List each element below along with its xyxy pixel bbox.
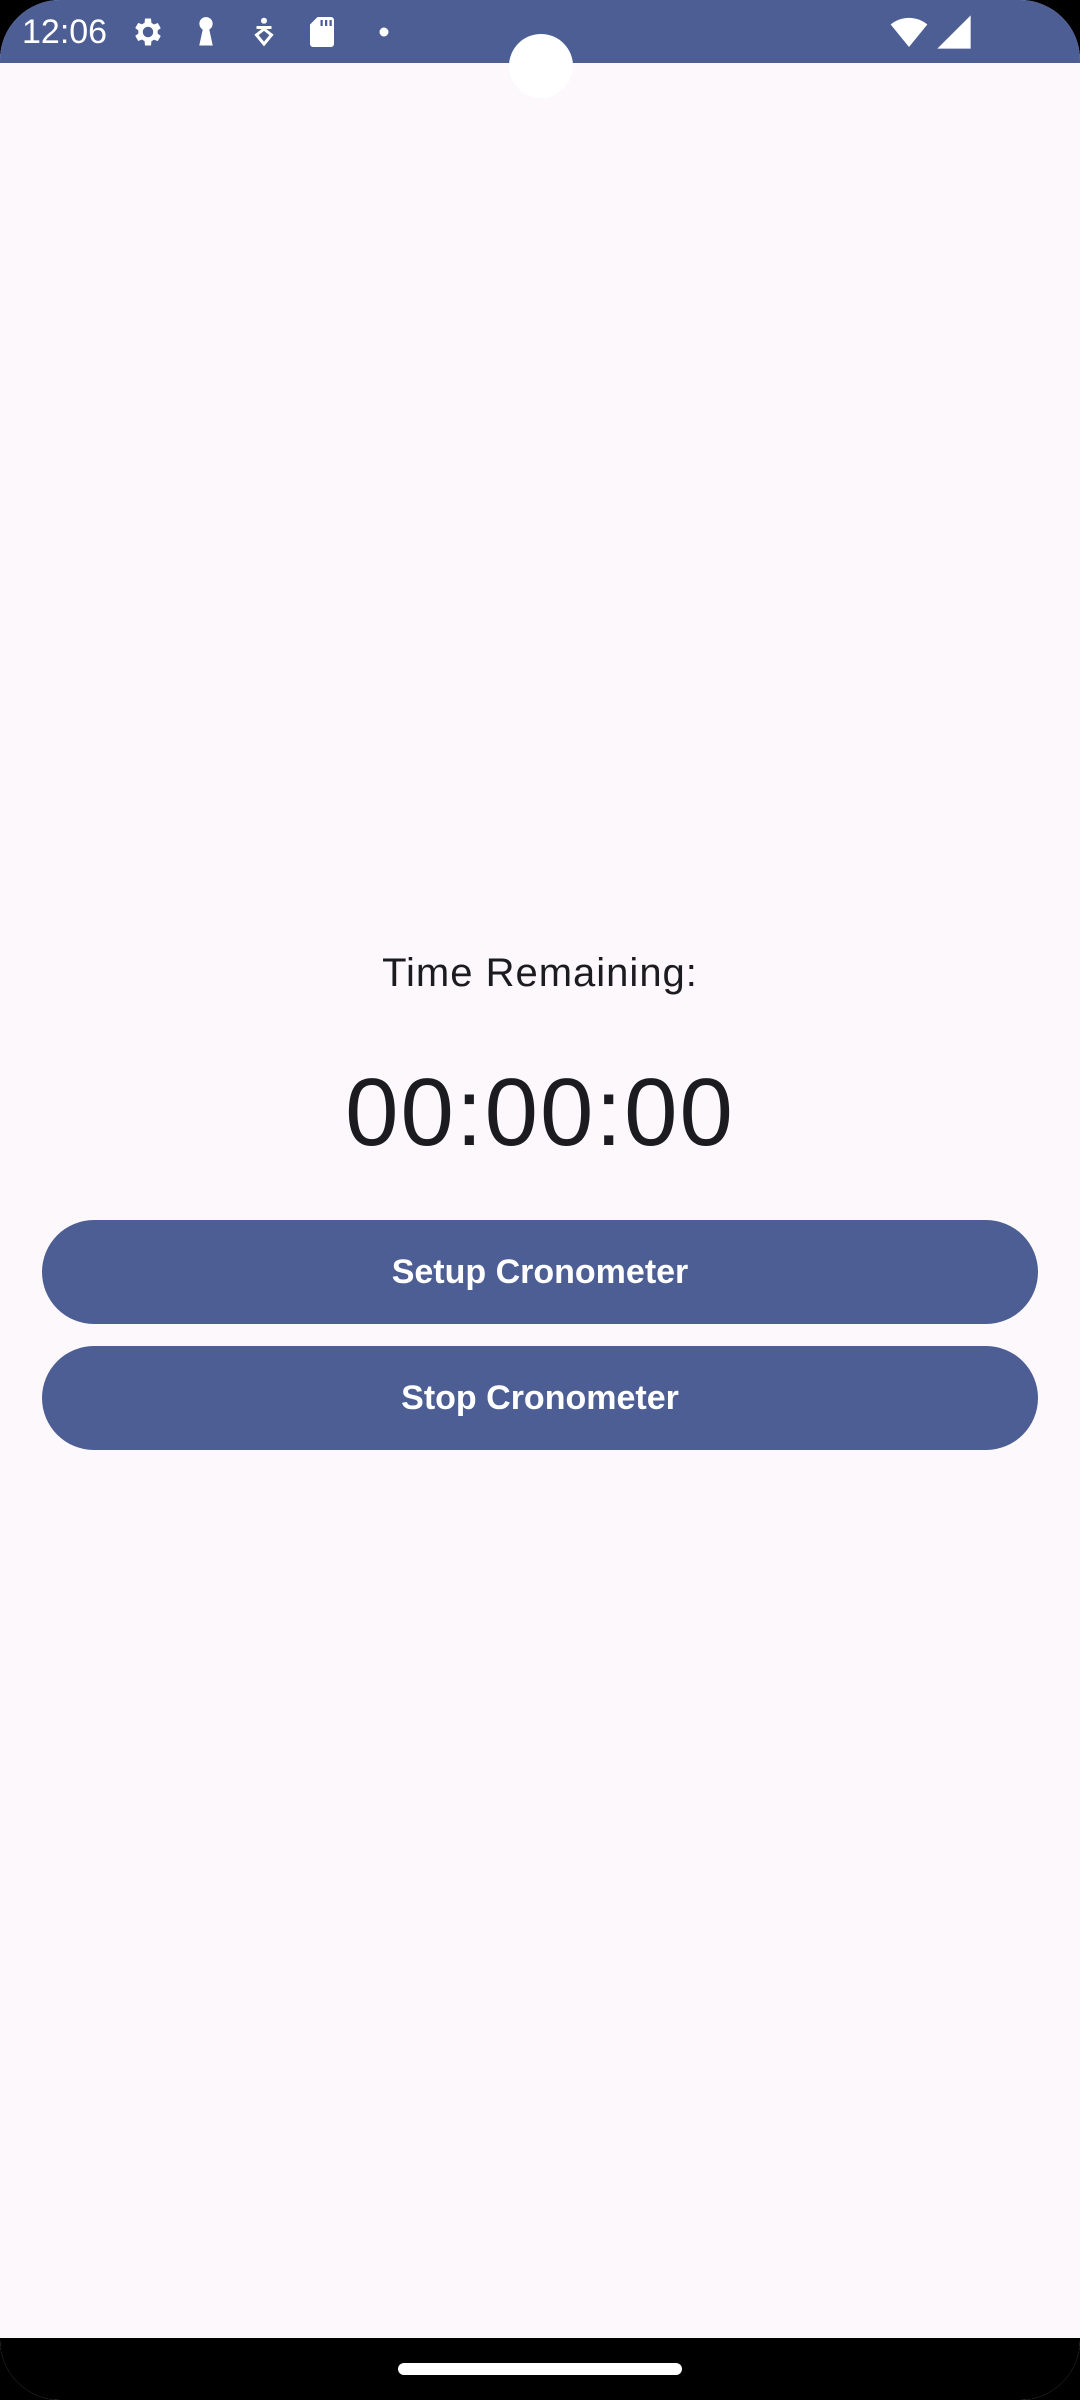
timer-display: 00:00:00 <box>345 1059 735 1166</box>
app-screen: 12:06 Time Remaining: 00:00:00 Setup Cro… <box>0 0 1080 2400</box>
dot-icon <box>366 14 402 50</box>
keyhole-icon <box>188 14 224 50</box>
accessibility-icon <box>246 14 282 50</box>
main-content: Time Remaining: 00:00:00 Setup Cronomete… <box>0 63 1080 2338</box>
timer-label: Time Remaining: <box>382 951 698 995</box>
stop-cronometer-button[interactable]: Stop Cronometer <box>42 1346 1038 1450</box>
settings-icon <box>130 14 166 50</box>
navigation-bar <box>0 2338 1080 2400</box>
wifi-icon <box>888 12 930 52</box>
status-time: 12:06 <box>22 13 108 51</box>
signal-icon <box>934 12 974 52</box>
home-gesture-handle[interactable] <box>398 2363 682 2375</box>
sd-card-icon <box>304 14 340 50</box>
setup-cronometer-button[interactable]: Setup Cronometer <box>42 1220 1038 1324</box>
